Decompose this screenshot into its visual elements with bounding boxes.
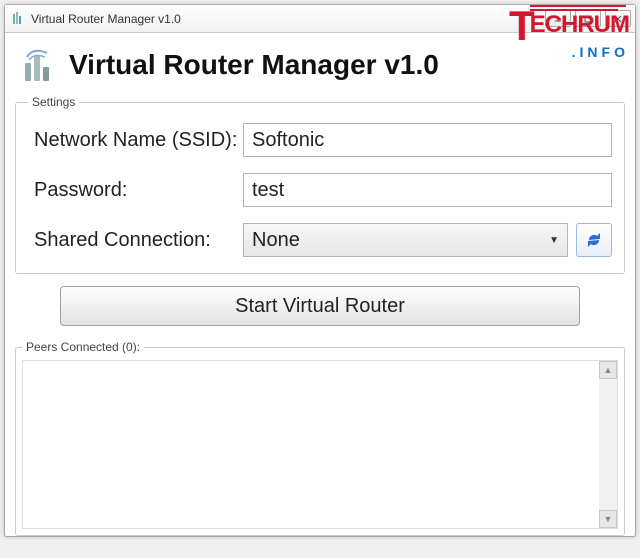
settings-legend: Settings (28, 95, 79, 109)
peers-group: Peers Connected (0): ▲ ▼ (15, 340, 625, 536)
settings-group: Settings Network Name (SSID): Password: … (15, 95, 625, 274)
scrollbar[interactable]: ▲ ▼ (599, 361, 617, 528)
titlebar-text: Virtual Router Manager v1.0 (31, 12, 181, 26)
start-router-button[interactable]: Start Virtual Router (60, 286, 580, 326)
watermark-brand: ECHRUM (530, 13, 629, 37)
refresh-button[interactable] (576, 223, 612, 257)
refresh-icon (584, 230, 604, 250)
ssid-row: Network Name (SSID): (28, 123, 612, 157)
page-title: Virtual Router Manager v1.0 (69, 49, 439, 81)
password-label: Password: (28, 179, 243, 202)
ssid-label: Network Name (SSID): (28, 129, 243, 152)
scroll-up-button[interactable]: ▲ (599, 361, 617, 379)
shared-connection-select[interactable]: None ▼ (243, 223, 568, 257)
ssid-input[interactable] (243, 123, 612, 157)
peers-list: ▲ ▼ (22, 360, 618, 529)
titlebar: Virtual Router Manager v1.0 T ECHRUM .IN… (5, 5, 635, 33)
watermark-logo: T ECHRUM .INFO (509, 5, 629, 59)
router-icon (19, 45, 59, 85)
password-row: Password: (28, 173, 612, 207)
shared-label: Shared Connection: (28, 229, 243, 252)
app-icon-small (9, 11, 25, 27)
peers-legend: Peers Connected (0): (22, 340, 144, 354)
shared-row: Shared Connection: None ▼ (28, 223, 612, 257)
password-input[interactable] (243, 173, 612, 207)
app-window: Virtual Router Manager v1.0 T ECHRUM .IN… (4, 4, 636, 537)
shared-connection-value: None (252, 229, 300, 252)
watermark-t: T (509, 5, 532, 47)
scroll-down-button[interactable]: ▼ (599, 510, 617, 528)
chevron-down-icon: ▼ (549, 235, 559, 246)
content-area: Virtual Router Manager v1.0 Settings Net… (5, 33, 635, 558)
